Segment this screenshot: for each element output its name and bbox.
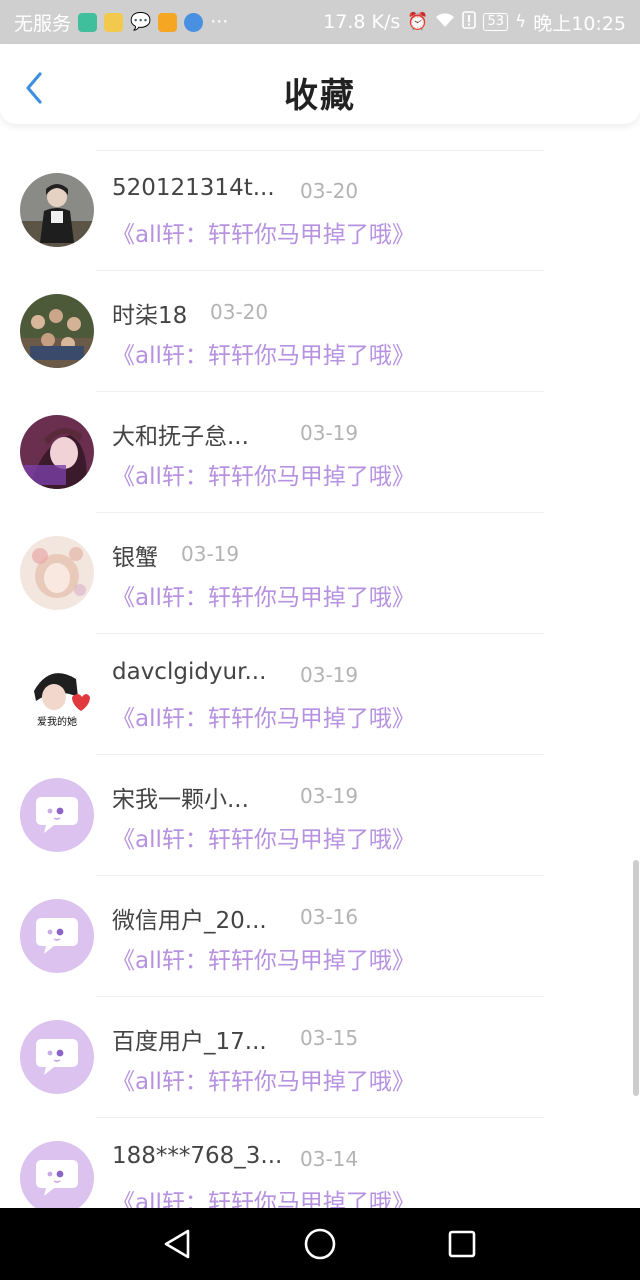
status-left: 无服务 💬 ··· (14, 9, 228, 36)
avatar[interactable] (20, 778, 94, 852)
default-avatar-icon (36, 1039, 78, 1075)
more-notifications-icon: ··· (210, 11, 229, 33)
list-item[interactable]: 520121314t... 03-20 《all轩：轩轩你马甲掉了哦》 (0, 150, 640, 271)
date: 03-20 (210, 300, 269, 324)
default-avatar-icon (36, 1160, 78, 1196)
user-name: 微信用户_20... (112, 908, 267, 934)
network-speed: 17.8 K/s (323, 11, 401, 33)
date: 03-14 (300, 1147, 359, 1171)
nav-home-button[interactable] (302, 1226, 338, 1262)
user-name: davclgidyur... (112, 659, 267, 685)
list-item[interactable]: 时柒18 03-20 《all轩：轩轩你马甲掉了哦》 (0, 271, 640, 392)
list-item[interactable]: 银蟹 03-19 《all轩：轩轩你马甲掉了哦》 (0, 513, 640, 634)
collection-title[interactable]: 《all轩：轩轩你马甲掉了哦》 (112, 457, 415, 491)
avatar[interactable] (20, 415, 94, 489)
wifi-icon (435, 12, 455, 32)
header: 收藏 (0, 44, 640, 124)
collection-title[interactable]: 《all轩：轩轩你马甲掉了哦》 (112, 215, 415, 249)
collection-title[interactable]: 《all轩：轩轩你马甲掉了哦》 (112, 1062, 415, 1096)
avatar-caption: 爱我的她 (37, 715, 77, 728)
date: 03-19 (300, 421, 359, 445)
nav-recents-button[interactable] (444, 1226, 480, 1262)
sim-alert-icon (462, 11, 477, 33)
nav-back-button[interactable] (160, 1226, 196, 1262)
date: 03-19 (300, 784, 359, 808)
date: 03-19 (300, 663, 359, 687)
battery-icon: 53 (483, 13, 509, 31)
alarm-icon: ⏰ (407, 11, 429, 32)
browser-app-icon (184, 12, 204, 32)
user-name: 宋我一颗小... (112, 787, 249, 813)
collection-title[interactable]: 《all轩：轩轩你马甲掉了哦》 (112, 941, 415, 975)
app-notification-icon (104, 12, 124, 32)
circle-home-icon (304, 1228, 336, 1260)
list-item[interactable]: 爱我的她 davclgidyur... 03-19 《all轩：轩轩你马甲掉了哦… (0, 634, 640, 755)
charging-icon: ϟ (515, 11, 527, 32)
avatar[interactable] (20, 173, 94, 247)
user-name: 时柒18 (112, 303, 188, 329)
navigation-bar (0, 1208, 640, 1280)
avatar[interactable] (20, 899, 94, 973)
date: 03-19 (181, 542, 240, 566)
collection-title[interactable]: 《all轩：轩轩你马甲掉了哦》 (112, 699, 415, 733)
date: 03-20 (300, 179, 359, 203)
scrollbar[interactable] (633, 860, 639, 1096)
default-avatar-icon (36, 918, 78, 954)
wechat-icon: 💬 (130, 11, 152, 32)
avatar[interactable] (20, 1141, 94, 1215)
list-item[interactable]: 大和抚子怠... 03-19 《all轩：轩轩你马甲掉了哦》 (0, 392, 640, 513)
clock-text: 晚上10:25 (533, 12, 626, 35)
date: 03-15 (300, 1026, 359, 1050)
avatar[interactable]: 爱我的她 (20, 657, 94, 731)
carrier-text: 无服务 (14, 12, 72, 35)
video-app-icon (158, 12, 178, 32)
app-notification-icon (78, 12, 98, 32)
avatar[interactable] (20, 1020, 94, 1094)
triangle-back-icon (164, 1229, 190, 1259)
user-name: 大和抚子怠... (112, 424, 249, 450)
square-recents-icon (448, 1230, 476, 1258)
avatar[interactable] (20, 294, 94, 368)
user-name: 520121314t... (112, 175, 275, 201)
list-item[interactable]: 微信用户_20... 03-16 《all轩：轩轩你马甲掉了哦》 (0, 876, 640, 997)
date: 03-16 (300, 905, 359, 929)
page-title: 收藏 (284, 76, 356, 116)
avatar[interactable] (20, 536, 94, 610)
user-name: 银蟹 (112, 545, 158, 571)
user-name: 188***768_3... (112, 1143, 283, 1169)
status-bar: 无服务 💬 ··· 17.8 K/s ⏰ 53 ϟ 晚上10:25 (0, 0, 640, 44)
collection-title[interactable]: 《all轩：轩轩你马甲掉了哦》 (112, 820, 415, 854)
list-item[interactable]: 百度用户_17... 03-15 《all轩：轩轩你马甲掉了哦》 (0, 997, 640, 1118)
collection-title[interactable]: 《all轩：轩轩你马甲掉了哦》 (112, 336, 415, 370)
list-item[interactable]: 宋我一颗小... 03-19 《all轩：轩轩你马甲掉了哦》 (0, 755, 640, 876)
status-right: 17.8 K/s ⏰ 53 ϟ 晚上10:25 (323, 9, 626, 36)
collection-title[interactable]: 《all轩：轩轩你马甲掉了哦》 (112, 578, 415, 612)
default-avatar-icon (36, 797, 78, 833)
user-name: 百度用户_17... (112, 1029, 267, 1055)
